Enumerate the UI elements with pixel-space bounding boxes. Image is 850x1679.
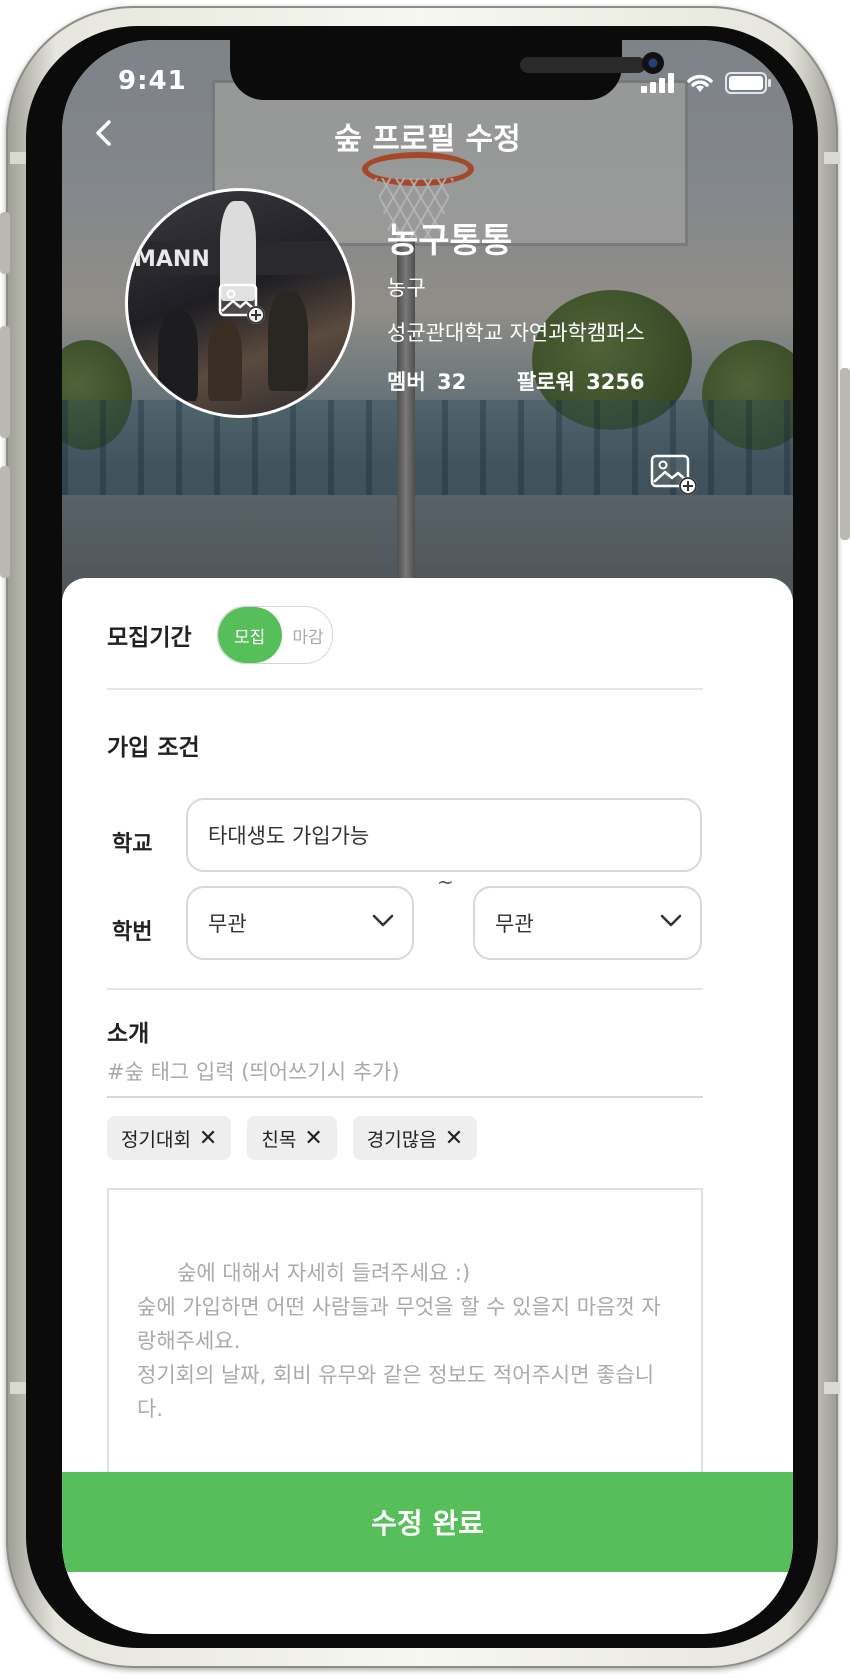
front-camera (642, 52, 664, 74)
antenna-band (10, 1382, 26, 1394)
tag-chip: 친목 ✕ (247, 1116, 337, 1160)
change-cover-button[interactable] (650, 454, 700, 502)
wifi-icon (685, 72, 715, 98)
submit-button[interactable]: 수정 완료 (62, 1472, 793, 1572)
cover-image: 9:41 숲 프로필 수정 MANN 농구통통 농구 성균관대학교 자연과학캠퍼… (62, 40, 793, 600)
description-placeholder: 숲에 대해서 자세히 들려주세요 :) 숲에 가입하면 어떤 사람들과 무엇을 … (137, 1261, 661, 1421)
close-icon[interactable]: ✕ (199, 1126, 217, 1151)
antenna-band (824, 1382, 840, 1394)
student-id-from-select[interactable]: 무관 (186, 886, 414, 960)
student-id-to-select[interactable]: 무관 (473, 886, 702, 960)
player-graphic (208, 321, 242, 401)
recruit-period-label: 모집기간 (107, 625, 192, 651)
screen: 9:41 숲 프로필 수정 MANN 농구통통 농구 성균관대학교 자연과학캠퍼… (62, 40, 793, 1634)
tag-label: 친목 (261, 1128, 297, 1151)
tag-list: 정기대회 ✕ 친목 ✕ 경기많음 ✕ (107, 1116, 478, 1160)
club-sport: 농구 (387, 276, 426, 300)
divider (107, 988, 703, 990)
followers-label: 팔로워 (516, 370, 575, 394)
mute-switch (0, 212, 10, 274)
club-name: 농구통통 (387, 221, 513, 261)
add-photo-icon (218, 283, 268, 331)
members-label: 멤버 (387, 370, 426, 394)
tag-label: 경기많음 (366, 1128, 437, 1151)
photo-banner-text: MANN (134, 247, 210, 272)
club-stats: 멤버 32 팔로워 3256 (387, 366, 649, 396)
tag-label: 정기대회 (121, 1128, 191, 1151)
intro-title: 소개 (107, 1021, 150, 1047)
recruit-toggle-off[interactable]: 마감 (292, 607, 323, 663)
player-graphic (268, 291, 308, 391)
student-id-from-value: 무관 (208, 912, 247, 936)
school-input[interactable]: 타대생도 가입가능 (186, 798, 702, 872)
followers-count: 3256 (586, 370, 645, 394)
chevron-down-icon (372, 914, 394, 927)
volume-down-button (0, 466, 10, 578)
speaker-grille (520, 57, 646, 73)
members-count: 32 (436, 370, 467, 394)
status-icons (641, 72, 771, 98)
chevron-down-icon (660, 914, 682, 927)
student-id-to-value: 무관 (495, 912, 534, 936)
tag-chip: 정기대회 ✕ (107, 1116, 232, 1160)
tag-input[interactable]: #숲 태그 입력 (띄어쓰기시 추가) (107, 1046, 703, 1098)
recruit-toggle[interactable]: 모집 마감 (216, 606, 333, 664)
student-id-label: 학번 (112, 920, 153, 945)
notch (230, 40, 664, 100)
edit-form: 모집기간 모집 마감 가입 조건 학교 타대생도 가입가능 학번 무관 ~ 무관… (62, 578, 793, 1634)
signal-icon (641, 73, 675, 97)
range-separator: ~ (437, 870, 454, 894)
add-photo-icon (650, 454, 697, 495)
close-icon[interactable]: ✕ (304, 1126, 322, 1151)
status-time: 9:41 (118, 66, 187, 96)
player-graphic (158, 311, 198, 401)
recruit-period-row: 모집기간 모집 마감 (107, 606, 333, 664)
join-condition-title: 가입 조건 (107, 735, 200, 761)
volume-up-button (0, 326, 10, 438)
tag-input-placeholder: #숲 태그 입력 (띄어쓰기시 추가) (107, 1060, 400, 1084)
close-icon[interactable]: ✕ (445, 1126, 463, 1151)
school-input-value: 타대생도 가입가능 (208, 824, 370, 848)
tag-chip: 경기많음 ✕ (352, 1116, 478, 1160)
antenna-band (824, 152, 840, 164)
recruit-toggle-on[interactable]: 모집 (217, 607, 282, 663)
school-label: 학교 (112, 832, 153, 857)
description-textarea[interactable]: 숲에 대해서 자세히 들려주세요 :) 숲에 가입하면 어떤 사람들과 무엇을 … (107, 1188, 703, 1488)
power-button (840, 368, 850, 540)
battery-icon (725, 72, 771, 98)
club-school: 성균관대학교 자연과학캠퍼스 (387, 321, 645, 345)
club-profile-photo[interactable]: MANN (125, 188, 355, 418)
divider (107, 688, 703, 690)
page-title: 숲 프로필 수정 (334, 122, 521, 157)
antenna-band (10, 152, 26, 164)
